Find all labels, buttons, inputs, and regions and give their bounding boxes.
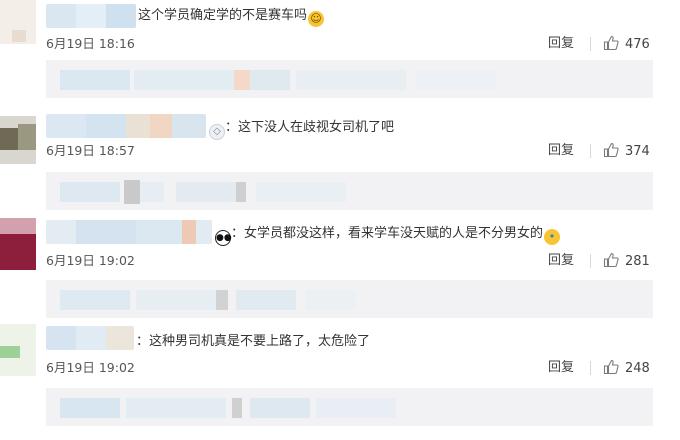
sub-reply-bar[interactable] <box>46 388 653 426</box>
sweat-emoji: • <box>544 229 561 245</box>
username-blurred[interactable] <box>46 326 134 350</box>
username-blurred[interactable] <box>46 4 136 28</box>
thumbs-up-icon <box>603 252 619 268</box>
comment-text: 这个学员确定学的不是赛车吗 ☺ <box>138 6 325 27</box>
like-button[interactable]: 248 <box>603 359 650 378</box>
sub-reply-bar[interactable] <box>46 172 653 210</box>
comment-date: 6月19日 18:16 <box>46 36 135 51</box>
comment-text: ◇ ：这下没人在歧视女司机了吧 <box>208 118 394 140</box>
reply-button[interactable]: 回复 <box>548 252 574 270</box>
sub-reply-bar[interactable] <box>46 60 653 98</box>
sub-reply-bar[interactable] <box>46 280 653 318</box>
username-blurred[interactable] <box>46 220 212 244</box>
laugh-cry-emoji: ☺ <box>308 11 325 27</box>
like-button[interactable]: 281 <box>603 252 650 271</box>
divider <box>590 37 591 51</box>
like-button[interactable]: 476 <box>603 35 650 54</box>
comment-text: ：这种男司机真是不要上路了，太危险了 <box>136 334 371 349</box>
reply-button[interactable]: 回复 <box>548 359 574 377</box>
comment-text: ●●：女学员都没这样，看来学车没天赋的人是不分男女的 • <box>214 224 561 246</box>
comment-date: 6月19日 19:02 <box>46 253 135 268</box>
avatar[interactable] <box>0 218 36 270</box>
like-count: 476 <box>625 37 650 52</box>
like-button[interactable]: 374 <box>603 142 650 161</box>
avatar[interactable] <box>0 324 36 376</box>
like-count: 248 <box>625 361 650 376</box>
reply-button[interactable]: 回复 <box>548 35 574 53</box>
reply-button[interactable]: 回复 <box>548 142 574 160</box>
panda-badge: ●● <box>215 230 232 246</box>
like-count: 281 <box>625 254 650 269</box>
thumbs-up-icon <box>603 35 619 51</box>
comment-date: 6月19日 19:02 <box>46 360 135 375</box>
avatar[interactable] <box>0 0 36 44</box>
username-blurred[interactable] <box>46 114 206 138</box>
divider <box>590 254 591 268</box>
divider <box>590 144 591 158</box>
thumbs-up-icon <box>603 359 619 375</box>
divider <box>590 361 591 375</box>
like-count: 374 <box>625 144 650 159</box>
diamond-ring-badge: ◇ <box>209 124 225 140</box>
thumbs-up-icon <box>603 142 619 158</box>
avatar[interactable] <box>0 116 36 164</box>
comment-date: 6月19日 18:57 <box>46 143 135 158</box>
